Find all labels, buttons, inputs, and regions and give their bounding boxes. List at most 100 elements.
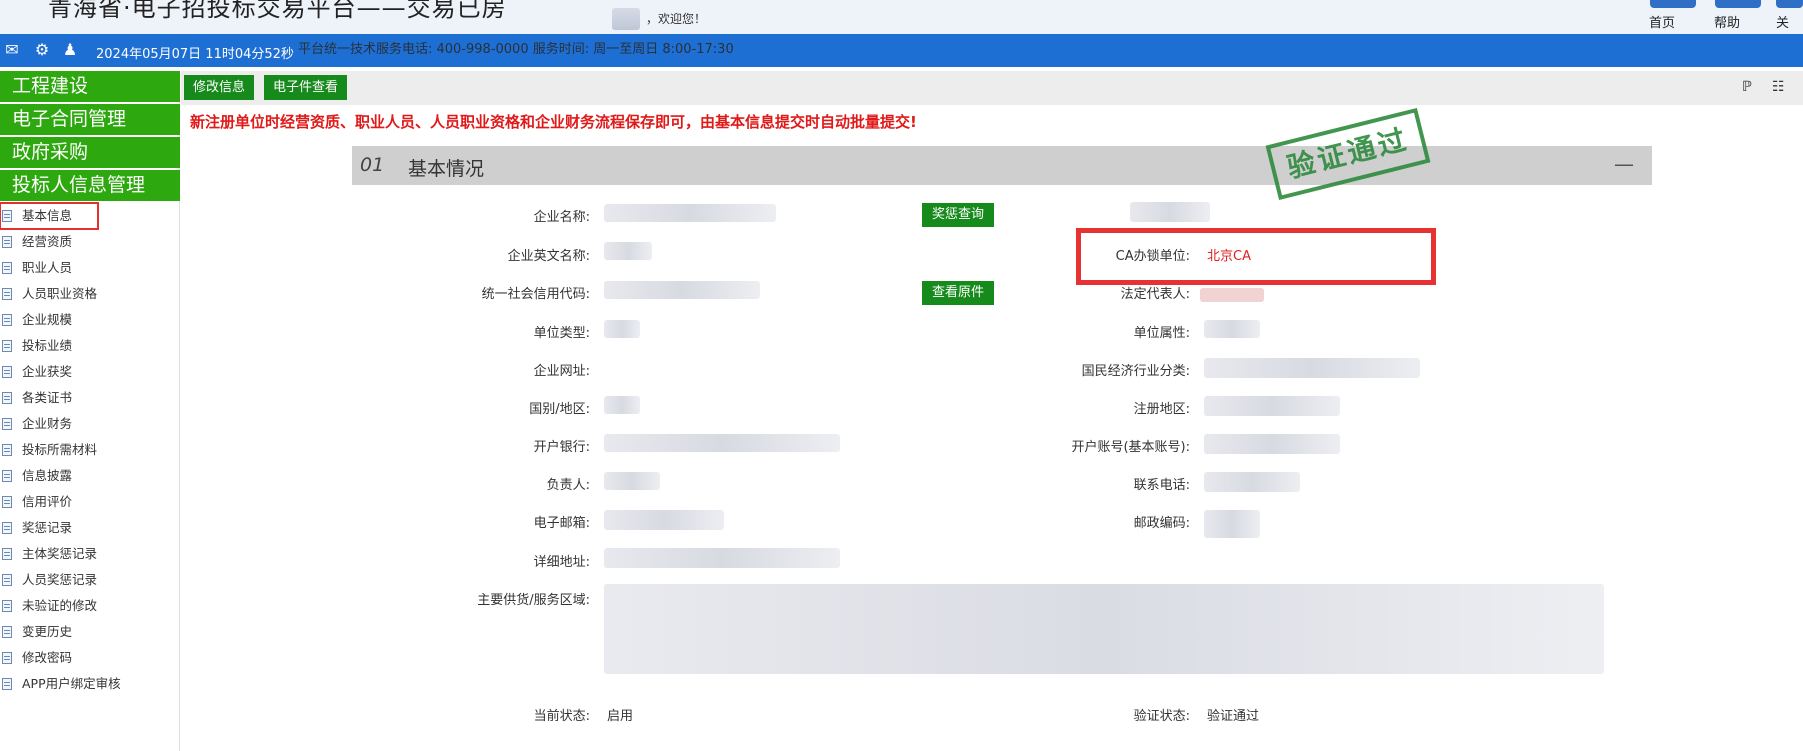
print-icon[interactable]: ℙ bbox=[1742, 79, 1752, 95]
home-button[interactable]: 首页 bbox=[1649, 0, 1697, 34]
supply-area-label: 主要供货/服务区域: bbox=[477, 593, 590, 608]
email-label: 电子邮箱: bbox=[533, 516, 590, 531]
sidebar-sub-performance[interactable]: 投标业绩 bbox=[0, 333, 179, 359]
document-icon bbox=[2, 392, 12, 404]
redacted-value bbox=[1130, 202, 1210, 222]
document-icon bbox=[2, 210, 12, 222]
sidebar-sub-scale[interactable]: 企业规模 bbox=[0, 307, 179, 333]
sidebar-sub-finance[interactable]: 企业财务 bbox=[0, 411, 179, 437]
document-icon bbox=[2, 262, 12, 274]
sidebar-sub-awards[interactable]: 企业获奖 bbox=[0, 359, 179, 385]
users-icon[interactable]: ♟ bbox=[60, 40, 80, 60]
document-icon bbox=[2, 652, 12, 664]
sidebar-sub-reward-records[interactable]: 奖惩记录 bbox=[0, 515, 179, 541]
reg-region-label: 注册地区: bbox=[1133, 402, 1190, 417]
sidebar-sub-credit[interactable]: 信用评价 bbox=[0, 489, 179, 515]
document-icon bbox=[2, 626, 12, 638]
sidebar-sub-certificates[interactable]: 各类证书 bbox=[0, 385, 179, 411]
help-label: 帮助 bbox=[1714, 16, 1741, 31]
home-icon bbox=[1650, 0, 1696, 8]
industry-label: 国民经济行业分类: bbox=[1081, 364, 1190, 379]
document-icon bbox=[2, 678, 12, 690]
redacted-value bbox=[1200, 288, 1264, 302]
sidebar-sub-staff-rewards[interactable]: 人员奖惩记录 bbox=[0, 567, 179, 593]
edit-info-button[interactable]: 修改信息 bbox=[184, 75, 255, 100]
redacted-value bbox=[604, 584, 1604, 674]
redacted-value bbox=[1204, 434, 1340, 454]
close-button[interactable]: 关 bbox=[1776, 0, 1803, 34]
sidebar-item-e-contract[interactable]: 电子合同管理 bbox=[0, 104, 180, 135]
redacted-value bbox=[604, 204, 776, 222]
sidebar-sub-entity-rewards[interactable]: 主体奖惩记录 bbox=[0, 541, 179, 567]
address-label: 详细地址: bbox=[533, 555, 590, 570]
unit-attr-label: 单位属性: bbox=[1133, 326, 1190, 341]
redacted-value bbox=[604, 548, 840, 568]
sidebar-sub-password[interactable]: 修改密码 bbox=[0, 645, 179, 671]
status-bar: ✉ ⚙ ♟ 2024年05月07日 11时04分52秒 平台统一技术服务电话: … bbox=[0, 34, 1803, 67]
redacted-value bbox=[1204, 472, 1300, 492]
sidebar-sub-history[interactable]: 变更历史 bbox=[0, 619, 179, 645]
help-button[interactable]: 帮助 bbox=[1714, 0, 1762, 34]
redacted-value bbox=[1204, 396, 1340, 416]
reward-query-button[interactable]: 奖惩查询 bbox=[922, 203, 995, 227]
redacted-value bbox=[604, 510, 724, 530]
gear-icon[interactable]: ⚙ bbox=[32, 40, 52, 60]
service-info: 平台统一技术服务电话: 400-998-0000 服务时间: 周一至周日 8:0… bbox=[298, 42, 734, 57]
message-icon[interactable]: ✉ bbox=[2, 40, 22, 60]
document-icon bbox=[2, 496, 12, 508]
document-icon bbox=[2, 600, 12, 612]
section-header: 01 基本情况 — bbox=[352, 146, 1652, 185]
tree-icon[interactable]: ☷ bbox=[1772, 79, 1785, 95]
credit-code-label: 统一社会信用代码: bbox=[481, 287, 590, 302]
sidebar-sub-unverified[interactable]: 未验证的修改 bbox=[0, 593, 179, 619]
sidebar-sub-disclosure[interactable]: 信息披露 bbox=[0, 463, 179, 489]
sidebar-sub-staff[interactable]: 职业人员 bbox=[0, 255, 179, 281]
current-status-value: 启用 bbox=[607, 709, 634, 724]
redacted-value bbox=[604, 396, 640, 414]
document-icon bbox=[2, 522, 12, 534]
verified-stamp: 验证通过 bbox=[1265, 107, 1431, 201]
redacted-value bbox=[604, 320, 640, 338]
principal-label: 负责人: bbox=[546, 478, 590, 493]
sidebar-item-bidder-info[interactable]: 投标人信息管理 bbox=[0, 170, 180, 201]
document-icon bbox=[2, 470, 12, 482]
sidebar-sub-qualification[interactable]: 经营资质 bbox=[0, 229, 179, 255]
document-icon bbox=[2, 574, 12, 586]
account-label: 开户账号(基本账号): bbox=[1071, 440, 1190, 455]
sidebar: 工程建设 电子合同管理 政府采购 投标人信息管理 基本信息 经营资质 职业人员 … bbox=[0, 71, 180, 751]
datetime-text: 2024年05月07日 11时04分52秒 bbox=[96, 47, 294, 62]
postcode-label: 邮政编码: bbox=[1133, 516, 1190, 531]
document-icon bbox=[2, 340, 12, 352]
collapse-button[interactable]: — bbox=[1614, 152, 1634, 176]
sidebar-sub-bid-materials[interactable]: 投标所需材料 bbox=[0, 437, 179, 463]
legal-rep-label: 法定代表人: bbox=[1120, 287, 1190, 302]
document-icon bbox=[2, 314, 12, 326]
highlight-box bbox=[1076, 228, 1436, 285]
redacted-value bbox=[604, 434, 840, 452]
view-original-button[interactable]: 查看原件 bbox=[922, 281, 995, 305]
sidebar-item-gov-procurement[interactable]: 政府采购 bbox=[0, 137, 180, 168]
redacted-value bbox=[1204, 510, 1260, 538]
sidebar-sub-app-binding[interactable]: APP用户绑定审核 bbox=[0, 671, 179, 697]
document-icon bbox=[2, 288, 12, 300]
help-icon bbox=[1715, 0, 1761, 8]
verify-status-label: 验证状态: bbox=[1133, 709, 1190, 724]
sidebar-sub-basic-info[interactable]: 基本信息 bbox=[0, 202, 99, 230]
document-icon bbox=[2, 548, 12, 560]
redacted-value bbox=[604, 281, 760, 299]
redacted-value bbox=[1204, 358, 1420, 378]
welcome-text: ，欢迎您！ bbox=[646, 12, 707, 26]
redacted-value bbox=[1204, 320, 1260, 338]
close-label: 关 bbox=[1776, 16, 1790, 31]
redacted-value bbox=[604, 472, 660, 490]
bank-label: 开户银行: bbox=[533, 440, 590, 455]
sidebar-sub-staff-qualification[interactable]: 人员职业资格 bbox=[0, 281, 179, 307]
verify-status-value: 验证通过 bbox=[1207, 709, 1260, 724]
phone-label: 联系电话: bbox=[1133, 478, 1190, 493]
toolbar: 修改信息 电子件查看 ℙ ☷ bbox=[181, 71, 1803, 105]
current-status-label: 当前状态: bbox=[533, 709, 590, 724]
document-icon bbox=[2, 418, 12, 430]
view-efile-button[interactable]: 电子件查看 bbox=[264, 75, 348, 100]
document-icon bbox=[2, 444, 12, 456]
sidebar-item-engineering[interactable]: 工程建设 bbox=[0, 71, 180, 102]
